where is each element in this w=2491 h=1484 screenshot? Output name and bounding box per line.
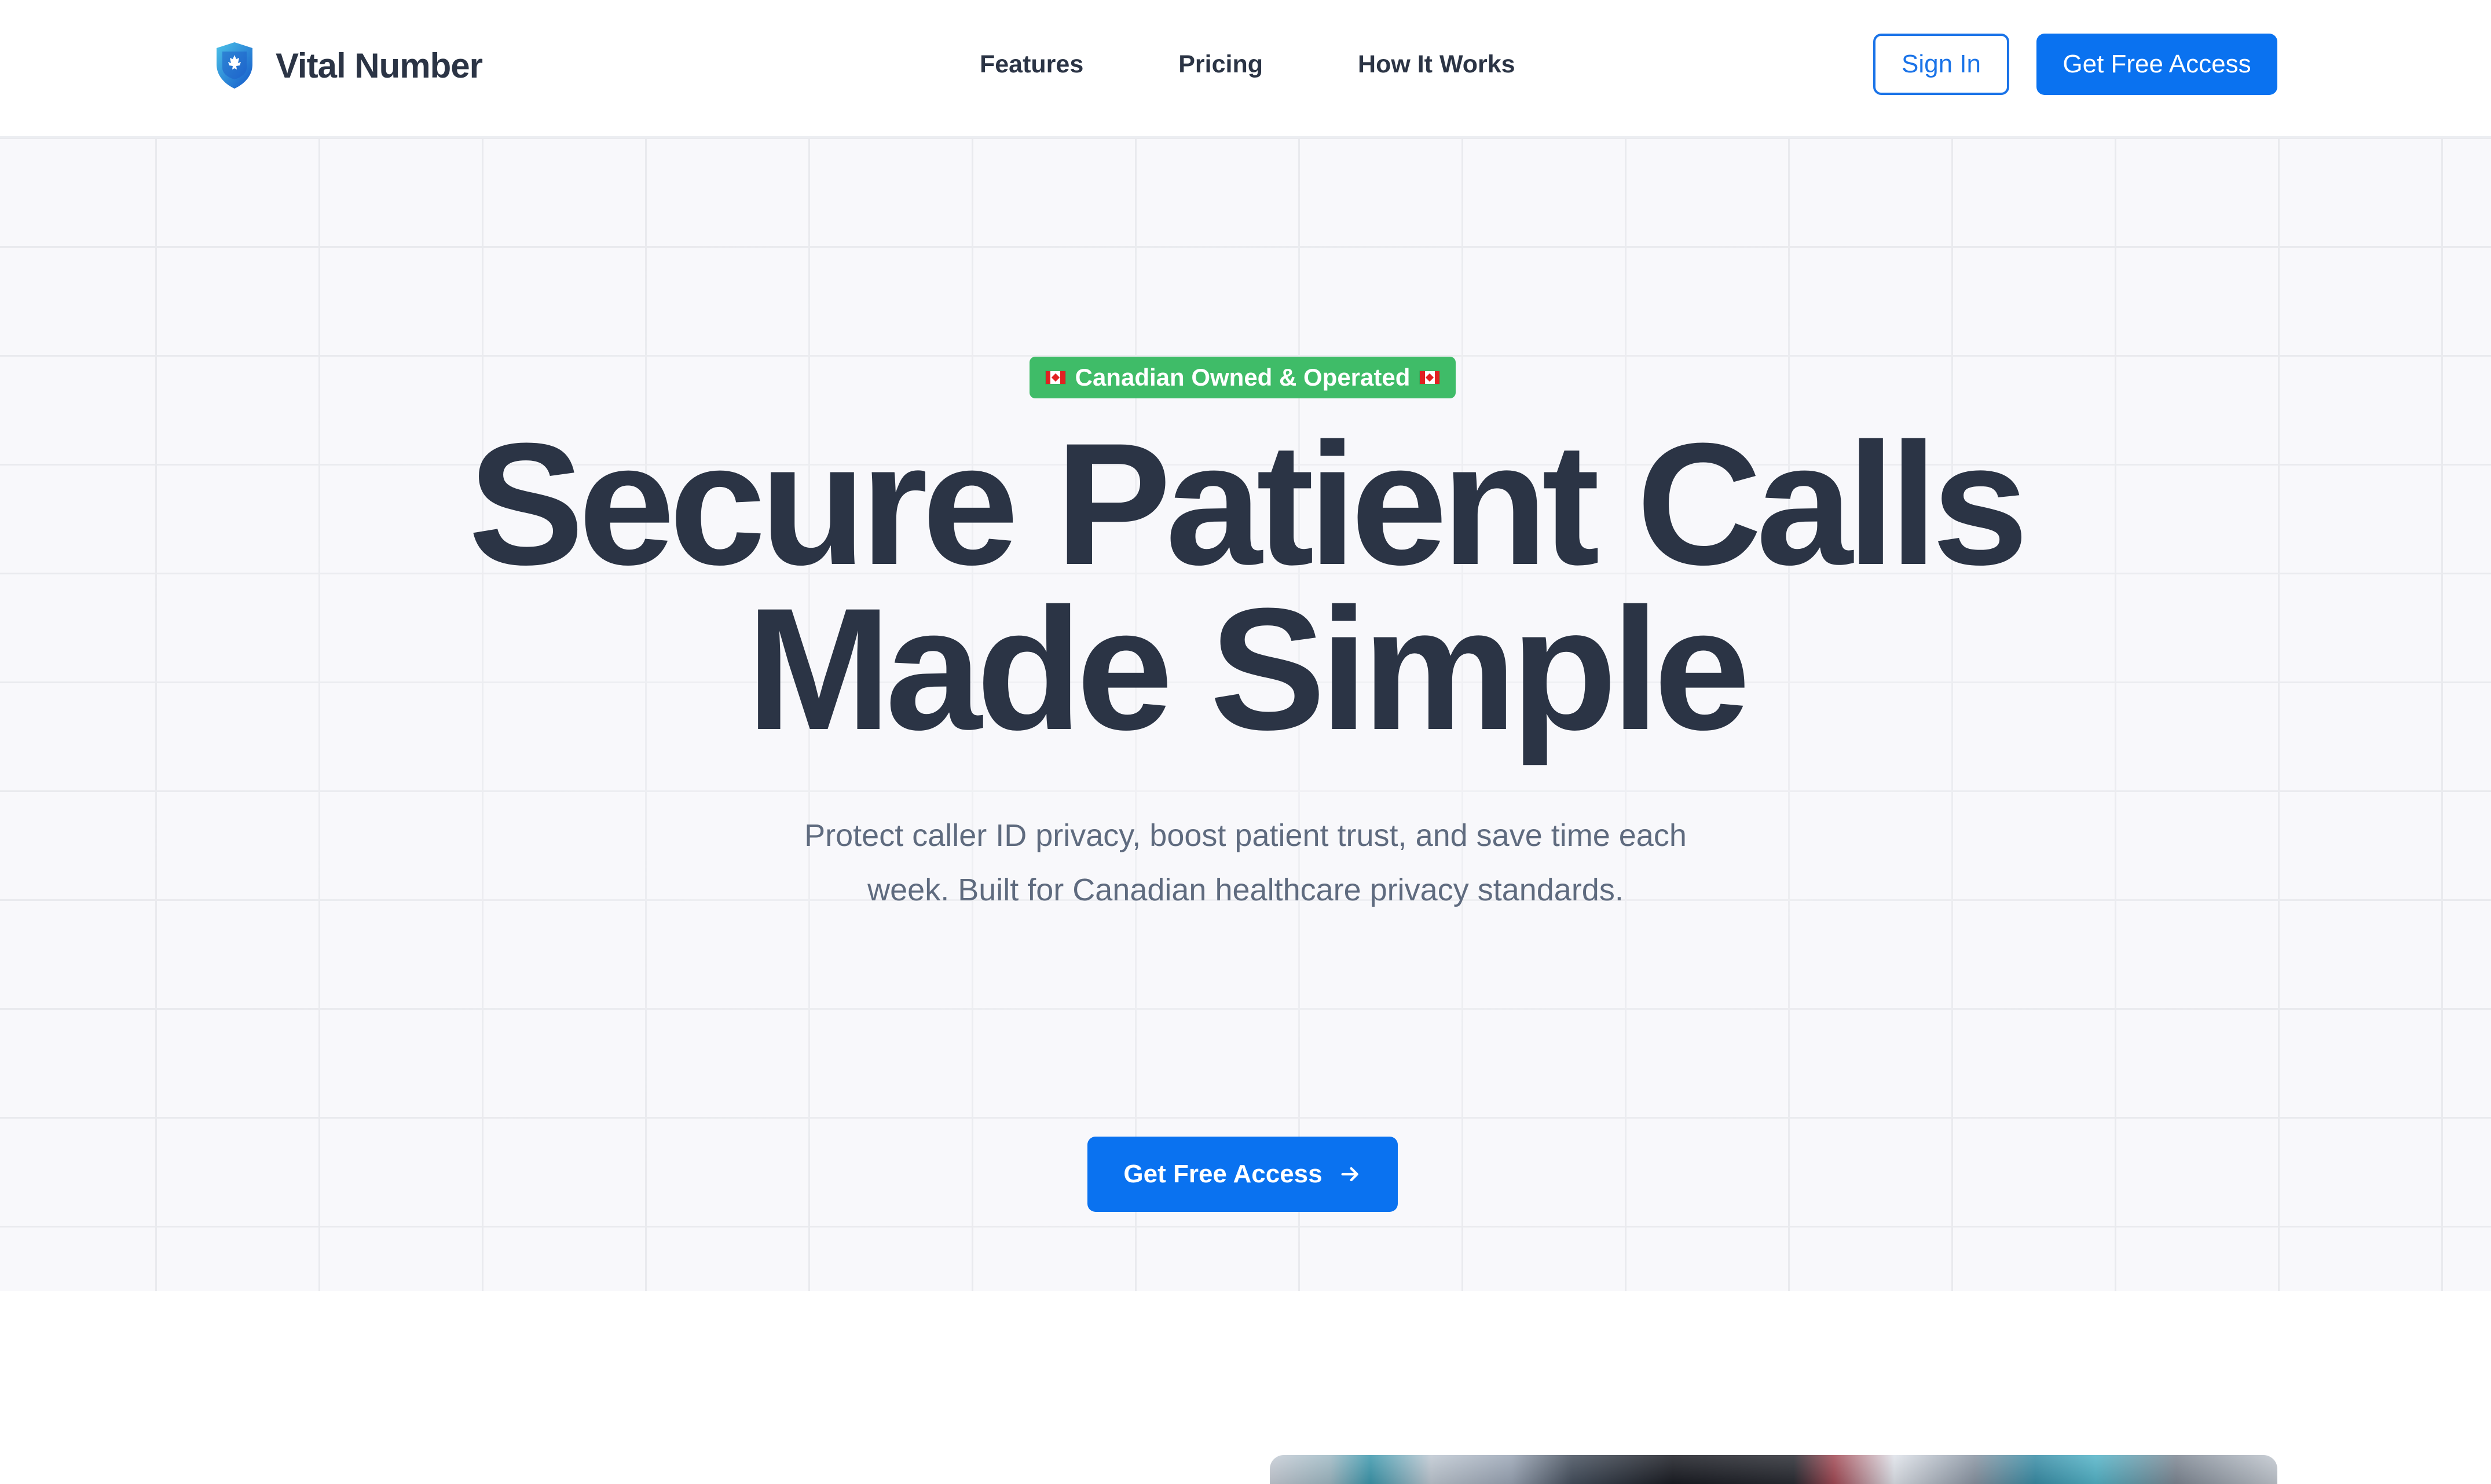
hero-cta-label: Get Free Access — [1123, 1160, 1323, 1188]
nav-link-pricing[interactable]: Pricing — [1178, 46, 1263, 82]
main-nav: Features Pricing How It Works — [980, 46, 1515, 82]
brand-name: Vital Number — [276, 46, 483, 85]
brand-logo-link[interactable]: Vital Number — [214, 41, 483, 90]
nav-link-how-it-works[interactable]: How It Works — [1358, 46, 1515, 82]
subtext-line-2: week. Built for Canadian healthcare priv… — [867, 873, 1624, 907]
canadian-owned-badge: Canadian Owned & Operated — [1030, 357, 1456, 398]
hero-subtext: Protect caller ID privacy, boost patient… — [753, 808, 1738, 917]
subtext-line-1: Protect caller ID privacy, boost patient… — [804, 818, 1687, 853]
maple-leaf-shield-icon — [217, 42, 252, 89]
canada-flag-icon — [1419, 371, 1441, 384]
headline-line-2: Made Simple — [746, 571, 1750, 766]
badge-label: Canadian Owned & Operated — [1075, 364, 1411, 391]
sign-in-button[interactable]: Sign In — [1873, 34, 2009, 95]
nav-link-features[interactable]: Features — [980, 46, 1083, 82]
header-get-free-access-button[interactable]: Get Free Access — [2036, 34, 2277, 95]
clinic-photo — [1270, 1455, 2277, 1484]
hero-section: Canadian Owned & Operated Secure Patient… — [0, 138, 2491, 1291]
site-header: Vital Number Features Pricing How It Wor… — [0, 0, 2491, 138]
arrow-right-icon — [1341, 1167, 1358, 1182]
hero-headline: Secure Patient Calls Made Simple — [0, 417, 2491, 756]
canada-flag-icon — [1045, 371, 1066, 384]
hero-get-free-access-button[interactable]: Get Free Access — [1087, 1137, 1398, 1212]
features-preview-section — [0, 1291, 2491, 1484]
